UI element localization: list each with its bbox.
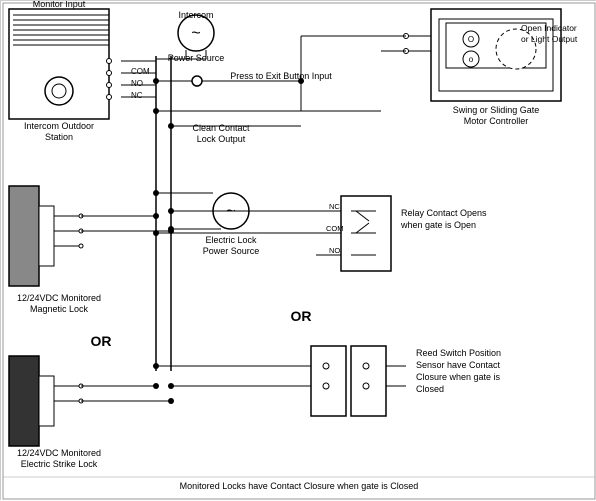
svg-text:Reed Switch Position: Reed Switch Position <box>416 348 501 358</box>
svg-text:or Light Output: or Light Output <box>521 34 578 44</box>
svg-text:Press to Exit Button Input: Press to Exit Button Input <box>230 71 332 81</box>
svg-text:NC: NC <box>131 91 143 100</box>
svg-text:COM: COM <box>131 67 150 76</box>
svg-text:o: o <box>469 55 474 64</box>
svg-text:Sensor have Contact: Sensor have Contact <box>416 360 501 370</box>
svg-text:~: ~ <box>191 25 200 42</box>
svg-text:Lock Output: Lock Output <box>197 134 246 144</box>
svg-text:Relay Contact Opens: Relay Contact Opens <box>401 208 487 218</box>
svg-text:OR: OR <box>91 333 112 349</box>
svg-text:Swing or Sliding Gate: Swing or Sliding Gate <box>453 105 540 115</box>
svg-text:COM: COM <box>326 224 344 233</box>
svg-text:Closure when gate is: Closure when gate is <box>416 372 501 382</box>
svg-text:Intercom: Intercom <box>178 10 213 20</box>
svg-text:Power Source: Power Source <box>168 53 225 63</box>
svg-text:Closed: Closed <box>416 384 444 394</box>
svg-text:when gate is Open: when gate is Open <box>400 220 476 230</box>
svg-text:Monitored Locks have Contact C: Monitored Locks have Contact Closure whe… <box>180 481 419 491</box>
svg-text:Station: Station <box>45 132 73 142</box>
svg-text:Open Indicator: Open Indicator <box>521 23 577 33</box>
svg-text:Power Source: Power Source <box>203 246 260 256</box>
svg-text:O: O <box>468 35 474 44</box>
svg-text:Motor Controller: Motor Controller <box>464 116 529 126</box>
svg-text:Magnetic Lock: Magnetic Lock <box>30 304 89 314</box>
svg-text:Intercom Outdoor: Intercom Outdoor <box>24 121 94 131</box>
svg-text:Electric Lock: Electric Lock <box>205 235 257 245</box>
svg-text:OR: OR <box>291 308 312 324</box>
svg-text:12/24VDC Monitored: 12/24VDC Monitored <box>17 293 101 303</box>
svg-text:Clean Contact: Clean Contact <box>192 123 250 133</box>
svg-text:NO: NO <box>131 79 143 88</box>
svg-text:NO: NO <box>329 246 340 255</box>
svg-text:Monitor Input: Monitor Input <box>33 1 86 9</box>
wiring-diagram: Monitor Input Intercom Outdoor Station ~… <box>0 0 596 500</box>
svg-text:NC: NC <box>329 202 340 211</box>
svg-text:12/24VDC Monitored: 12/24VDC Monitored <box>17 448 101 458</box>
svg-text:Electric Strike Lock: Electric Strike Lock <box>21 459 98 469</box>
